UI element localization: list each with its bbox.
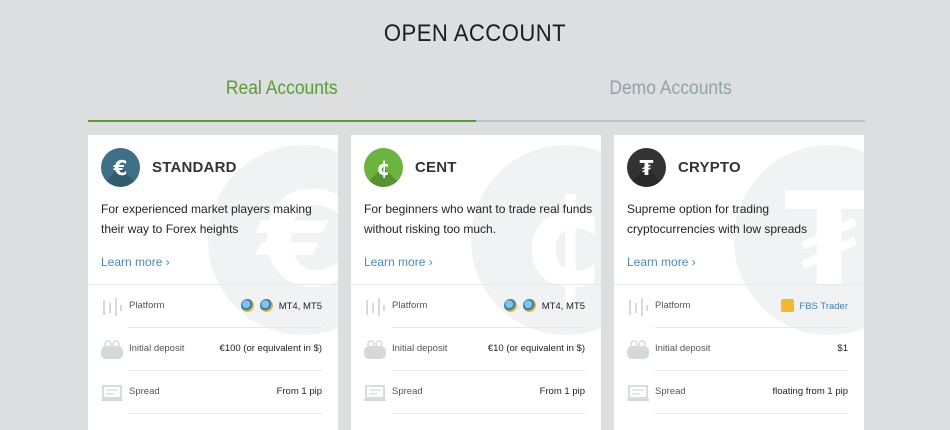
metatrader4-icon [240, 299, 254, 312]
account-card-crypto: ₮ ₮ CRYPTO Supreme option for trading cr… [614, 135, 864, 430]
deposit-value: €10 (or equivalent in $) [487, 343, 585, 354]
wallet-icon [364, 340, 386, 359]
cent-icon: ¢ [364, 148, 403, 187]
card-description: Supreme option for trading cryptocurrenc… [627, 202, 808, 236]
learn-more-link[interactable]: Learn more › [627, 255, 696, 269]
card-title: CENT [415, 159, 457, 176]
row-label: Platform [392, 300, 428, 311]
account-tabs: Real Accounts Demo Accounts [88, 78, 865, 122]
spread-row: Spread From 1 pip [364, 371, 585, 414]
row-label: Spread [655, 386, 686, 397]
account-card-standard: € € STANDARD For experienced market play… [88, 135, 338, 430]
row-divider [392, 413, 585, 414]
wallet-icon [627, 340, 649, 359]
row-label: Spread [392, 386, 423, 397]
spread-icon [364, 385, 386, 401]
platform-row: Platform FBS Trader [627, 285, 848, 328]
platform-row: Platform MT4, MT5 [101, 285, 322, 328]
metatrader4-icon [503, 299, 517, 312]
row-label: Platform [129, 300, 165, 311]
tab-demo-accounts-label: Demo Accounts [609, 78, 732, 99]
card-description: For beginners who want to trade real fun… [364, 202, 593, 236]
account-card-cent: ¢ ¢ CENT For beginners who want to trade… [351, 135, 601, 430]
spread-value: From 1 pip [276, 386, 322, 397]
platform-icon [366, 298, 385, 316]
metatrader5-icon [522, 299, 536, 312]
tab-demo-accounts[interactable]: Demo Accounts [476, 78, 865, 122]
wallet-icon [101, 340, 123, 359]
spread-value: floating from 1 pip [772, 386, 848, 397]
row-value[interactable]: FBS Trader [781, 299, 848, 313]
euro-icon: € [101, 148, 140, 187]
platform-value: MT4, MT5 [541, 301, 585, 313]
deposit-row: Initial deposit €100 (or equivalent in $… [101, 328, 322, 371]
platform-icon [629, 298, 648, 316]
row-label: Initial deposit [129, 343, 185, 354]
tether-icon: ₮ [627, 148, 666, 187]
row-label: Platform [655, 300, 691, 311]
cent-icon-glyph: ¢ [376, 155, 391, 180]
row-value: MT4, MT5 [503, 299, 585, 313]
platform-value: MT4, MT5 [278, 301, 322, 313]
row-label: Spread [129, 386, 160, 397]
tether-icon-glyph: ₮ [639, 155, 654, 180]
deposit-value: $1 [837, 343, 848, 354]
row-value: MT4, MT5 [240, 299, 322, 313]
spread-row: Spread floating from 1 pip [627, 371, 848, 414]
row-label: Initial deposit [655, 343, 711, 354]
fbs-trader-icon [781, 299, 795, 312]
row-label: Initial deposit [392, 343, 448, 354]
spread-row: Spread From 1 pip [101, 371, 322, 414]
metatrader5-icon [259, 299, 273, 312]
row-divider [129, 413, 322, 414]
tab-real-accounts[interactable]: Real Accounts [88, 78, 476, 122]
tab-real-accounts-label: Real Accounts [226, 78, 338, 99]
learn-more-link[interactable]: Learn more › [364, 255, 433, 269]
euro-icon-glyph: € [113, 155, 128, 180]
card-title: CRYPTO [678, 159, 741, 176]
card-description: For experienced market players making th… [101, 202, 312, 236]
page-title: OPEN ACCOUNT [383, 20, 567, 47]
learn-more-link[interactable]: Learn more › [101, 255, 170, 269]
row-divider [655, 413, 848, 414]
spread-value: From 1 pip [539, 386, 585, 397]
deposit-row: Initial deposit €10 (or equivalent in $) [364, 328, 585, 371]
card-title: STANDARD [152, 159, 237, 176]
spread-icon [627, 385, 649, 401]
deposit-value: €100 (or equivalent in $) [219, 343, 322, 354]
spread-icon [101, 385, 123, 401]
platform-icon [103, 298, 122, 316]
platform-value: FBS Trader [799, 301, 848, 313]
platform-row: Platform MT4, MT5 [364, 285, 585, 328]
deposit-row: Initial deposit $1 [627, 328, 848, 371]
